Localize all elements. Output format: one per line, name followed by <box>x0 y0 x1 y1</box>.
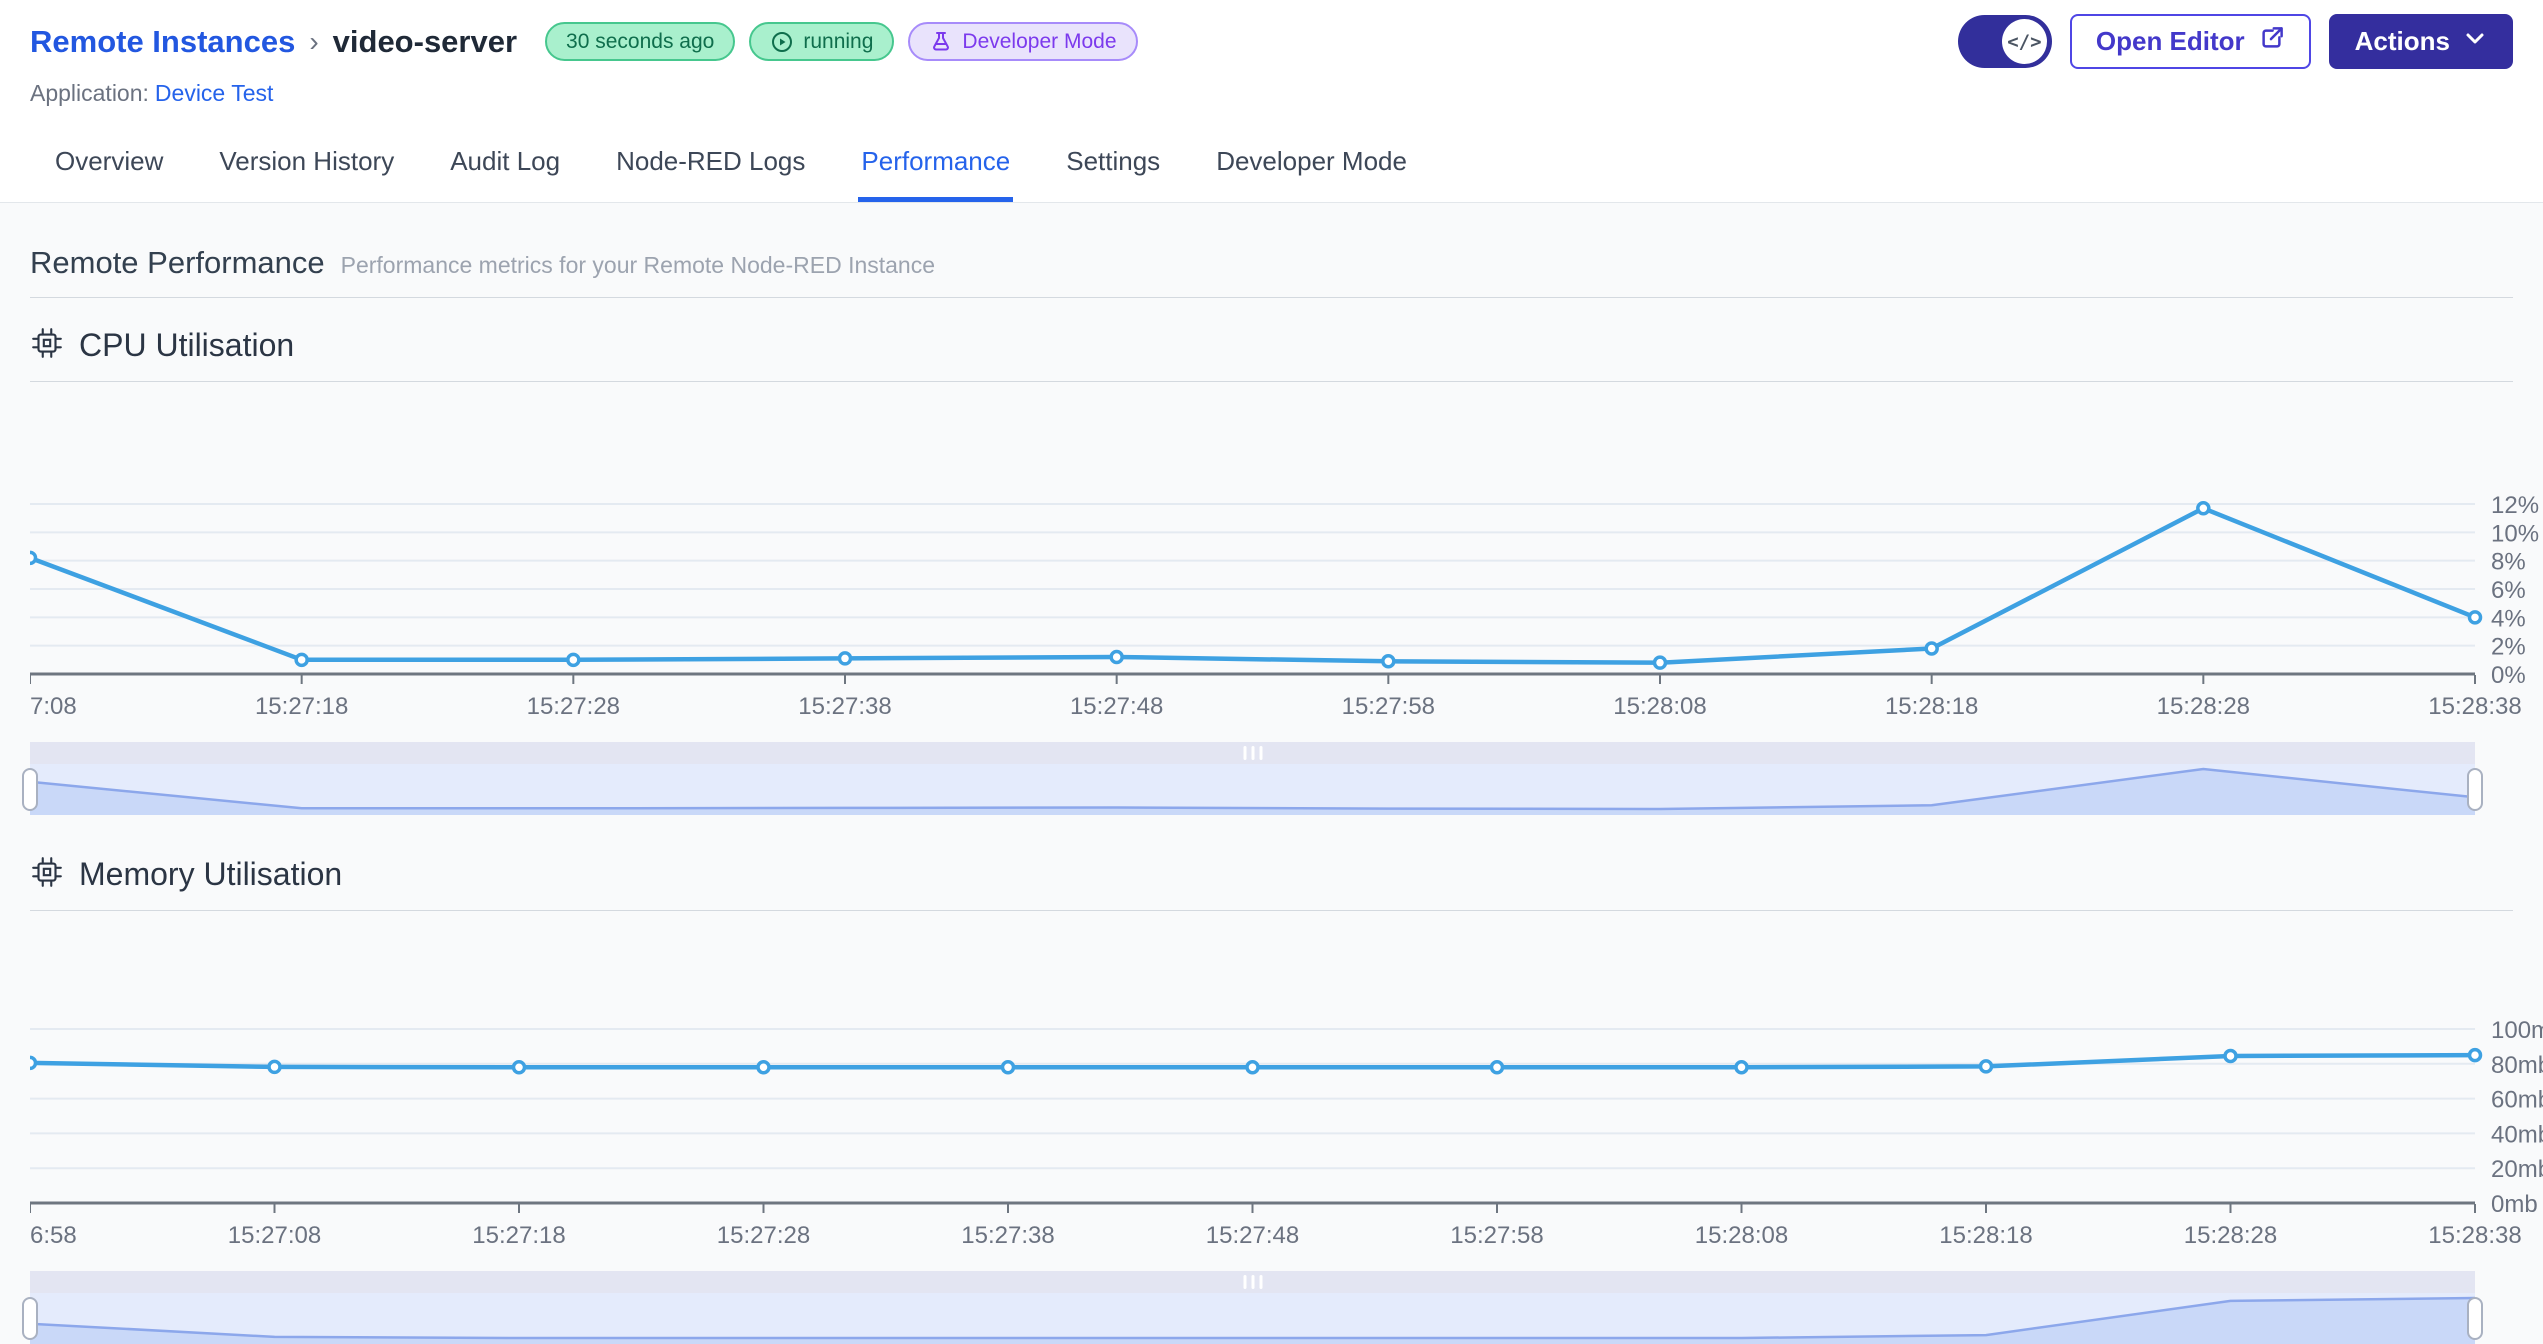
memory-brush-strip[interactable] <box>30 1271 2475 1293</box>
actions-button[interactable]: Actions <box>2328 14 2513 69</box>
svg-text:12%: 12% <box>2491 492 2539 519</box>
drag-grip-icon[interactable] <box>1243 1275 1262 1289</box>
last-seen-badge: 30 seconds ago <box>545 22 736 61</box>
svg-text:15:28:28: 15:28:28 <box>2184 1222 2277 1245</box>
svg-text:15:28:08: 15:28:08 <box>1613 693 1706 716</box>
developer-mode-toggle[interactable]: </> <box>1957 15 2052 68</box>
header-actions: </> Open Editor Actions <box>1957 14 2513 69</box>
svg-text:15:27:28: 15:27:28 <box>527 693 620 716</box>
svg-text:15:28:18: 15:28:18 <box>1885 693 1978 716</box>
svg-text:15:28:38: 15:28:38 <box>2428 693 2521 716</box>
svg-text:0%: 0% <box>2491 662 2526 689</box>
svg-text:60mb: 60mb <box>2491 1087 2543 1114</box>
chip-icon <box>30 326 64 365</box>
external-link-icon <box>2258 25 2285 59</box>
memory-utilisation-chart[interactable]: 0mb 20mb 40mb 60mb 80mb 100mb 6:58 15:27:08 15:2… <box>30 911 2543 1245</box>
svg-text:100mb: 100mb <box>2491 1017 2543 1044</box>
svg-text:0mb: 0mb <box>2491 1191 2538 1218</box>
last-seen-badge-label: 30 seconds ago <box>566 29 715 53</box>
cpu-brush-minimap <box>30 767 2475 815</box>
section-header: Remote Performance Performance metrics f… <box>30 245 2543 281</box>
svg-text:15:27:18: 15:27:18 <box>255 693 348 716</box>
cpu-chart-title: CPU Utilisation <box>79 327 295 363</box>
cpu-brush-right-handle[interactable] <box>2467 768 2483 811</box>
application-link[interactable]: Device Test <box>155 80 273 106</box>
svg-text:40mb: 40mb <box>2491 1121 2543 1148</box>
svg-text:15:27:48: 15:27:48 <box>1070 693 1163 716</box>
svg-text:15:27:38: 15:27:38 <box>798 693 891 716</box>
memory-chart-brush[interactable] <box>22 1271 2483 1344</box>
page-title: Remote Performance <box>30 245 325 280</box>
cpu-chart-header: CPU Utilisation <box>30 326 2543 365</box>
performance-panel: Remote Performance Performance metrics f… <box>0 245 2543 1344</box>
svg-text:80mb: 80mb <box>2491 1052 2543 1079</box>
svg-text:10%: 10% <box>2491 520 2539 547</box>
application-row: Application: Device Test <box>30 80 2513 121</box>
svg-text:15:27:58: 15:27:58 <box>1450 1222 1543 1245</box>
tab-developer-mode[interactable]: Developer Mode <box>1213 121 1410 202</box>
memory-chart-header: Memory Utilisation <box>30 855 2543 894</box>
cpu-brush-area[interactable] <box>30 764 2475 815</box>
cpu-brush-strip[interactable] <box>30 742 2475 764</box>
divider <box>30 297 2513 298</box>
svg-text:6%: 6% <box>2491 577 2526 604</box>
beaker-icon <box>929 30 953 54</box>
cpu-brush-left-handle[interactable] <box>22 768 38 811</box>
cpu-utilisation-chart[interactable]: 0%2%4%6%8%10%12% 7:08 15:27:18 15:27:28 15:2… <box>30 382 2543 716</box>
running-status-label: running <box>803 29 874 53</box>
svg-text:15:27:28: 15:27:28 <box>717 1222 810 1245</box>
svg-text:20mb: 20mb <box>2491 1156 2543 1183</box>
status-badges: 30 seconds ago running Developer Mode <box>545 22 1138 61</box>
code-icon: </> <box>2001 19 2047 64</box>
tab-bar: Overview Version History Audit Log Node-… <box>0 121 2543 203</box>
open-editor-label: Open Editor <box>2095 26 2245 56</box>
page-subtitle: Performance metrics for your Remote Node… <box>340 252 936 278</box>
tab-version-history[interactable]: Version History <box>216 121 397 202</box>
memory-brush-minimap <box>30 1296 2475 1344</box>
svg-text:4%: 4% <box>2491 605 2526 632</box>
actions-button-label: Actions <box>2354 26 2450 56</box>
svg-text:15:27:38: 15:27:38 <box>961 1222 1054 1245</box>
breadcrumb-separator-icon: › <box>309 25 319 57</box>
svg-text:15:28:18: 15:28:18 <box>1939 1222 2032 1245</box>
breadcrumb-parent-link[interactable]: Remote Instances <box>30 24 295 60</box>
svg-text:7:08: 7:08 <box>30 693 77 716</box>
running-status-badge: running <box>749 22 895 61</box>
svg-text:15:28:38: 15:28:38 <box>2428 1222 2521 1245</box>
svg-text:15:27:58: 15:27:58 <box>1342 693 1435 716</box>
chip-icon <box>30 855 64 894</box>
svg-text:2%: 2% <box>2491 634 2526 661</box>
tab-audit-log[interactable]: Audit Log <box>447 121 563 202</box>
page-header: Remote Instances › video-server 30 secon… <box>0 0 2543 121</box>
developer-mode-badge: Developer Mode <box>908 22 1138 61</box>
tab-overview[interactable]: Overview <box>52 121 166 202</box>
svg-text:15:27:18: 15:27:18 <box>472 1222 565 1245</box>
tab-performance[interactable]: Performance <box>858 121 1013 202</box>
tab-node-red-logs[interactable]: Node-RED Logs <box>613 121 808 202</box>
application-label: Application: <box>30 80 149 106</box>
tab-settings[interactable]: Settings <box>1063 121 1163 202</box>
developer-mode-badge-label: Developer Mode <box>962 29 1117 53</box>
cpu-chart-brush[interactable] <box>22 742 2483 815</box>
memory-brush-area[interactable] <box>30 1293 2475 1344</box>
memory-chart-title: Memory Utilisation <box>79 856 343 892</box>
open-editor-button[interactable]: Open Editor <box>2069 14 2311 69</box>
drag-grip-icon[interactable] <box>1243 746 1262 760</box>
svg-text:15:27:08: 15:27:08 <box>228 1222 321 1245</box>
svg-text:8%: 8% <box>2491 549 2526 576</box>
svg-text:15:28:08: 15:28:08 <box>1695 1222 1788 1245</box>
svg-text:15:27:48: 15:27:48 <box>1206 1222 1299 1245</box>
chevron-down-icon <box>2463 26 2487 57</box>
svg-text:6:58: 6:58 <box>30 1222 77 1245</box>
breadcrumb: Remote Instances › video-server <box>30 24 517 60</box>
svg-text:15:28:28: 15:28:28 <box>2157 693 2250 716</box>
breadcrumb-current: video-server <box>332 23 518 59</box>
play-circle-icon <box>770 30 794 54</box>
